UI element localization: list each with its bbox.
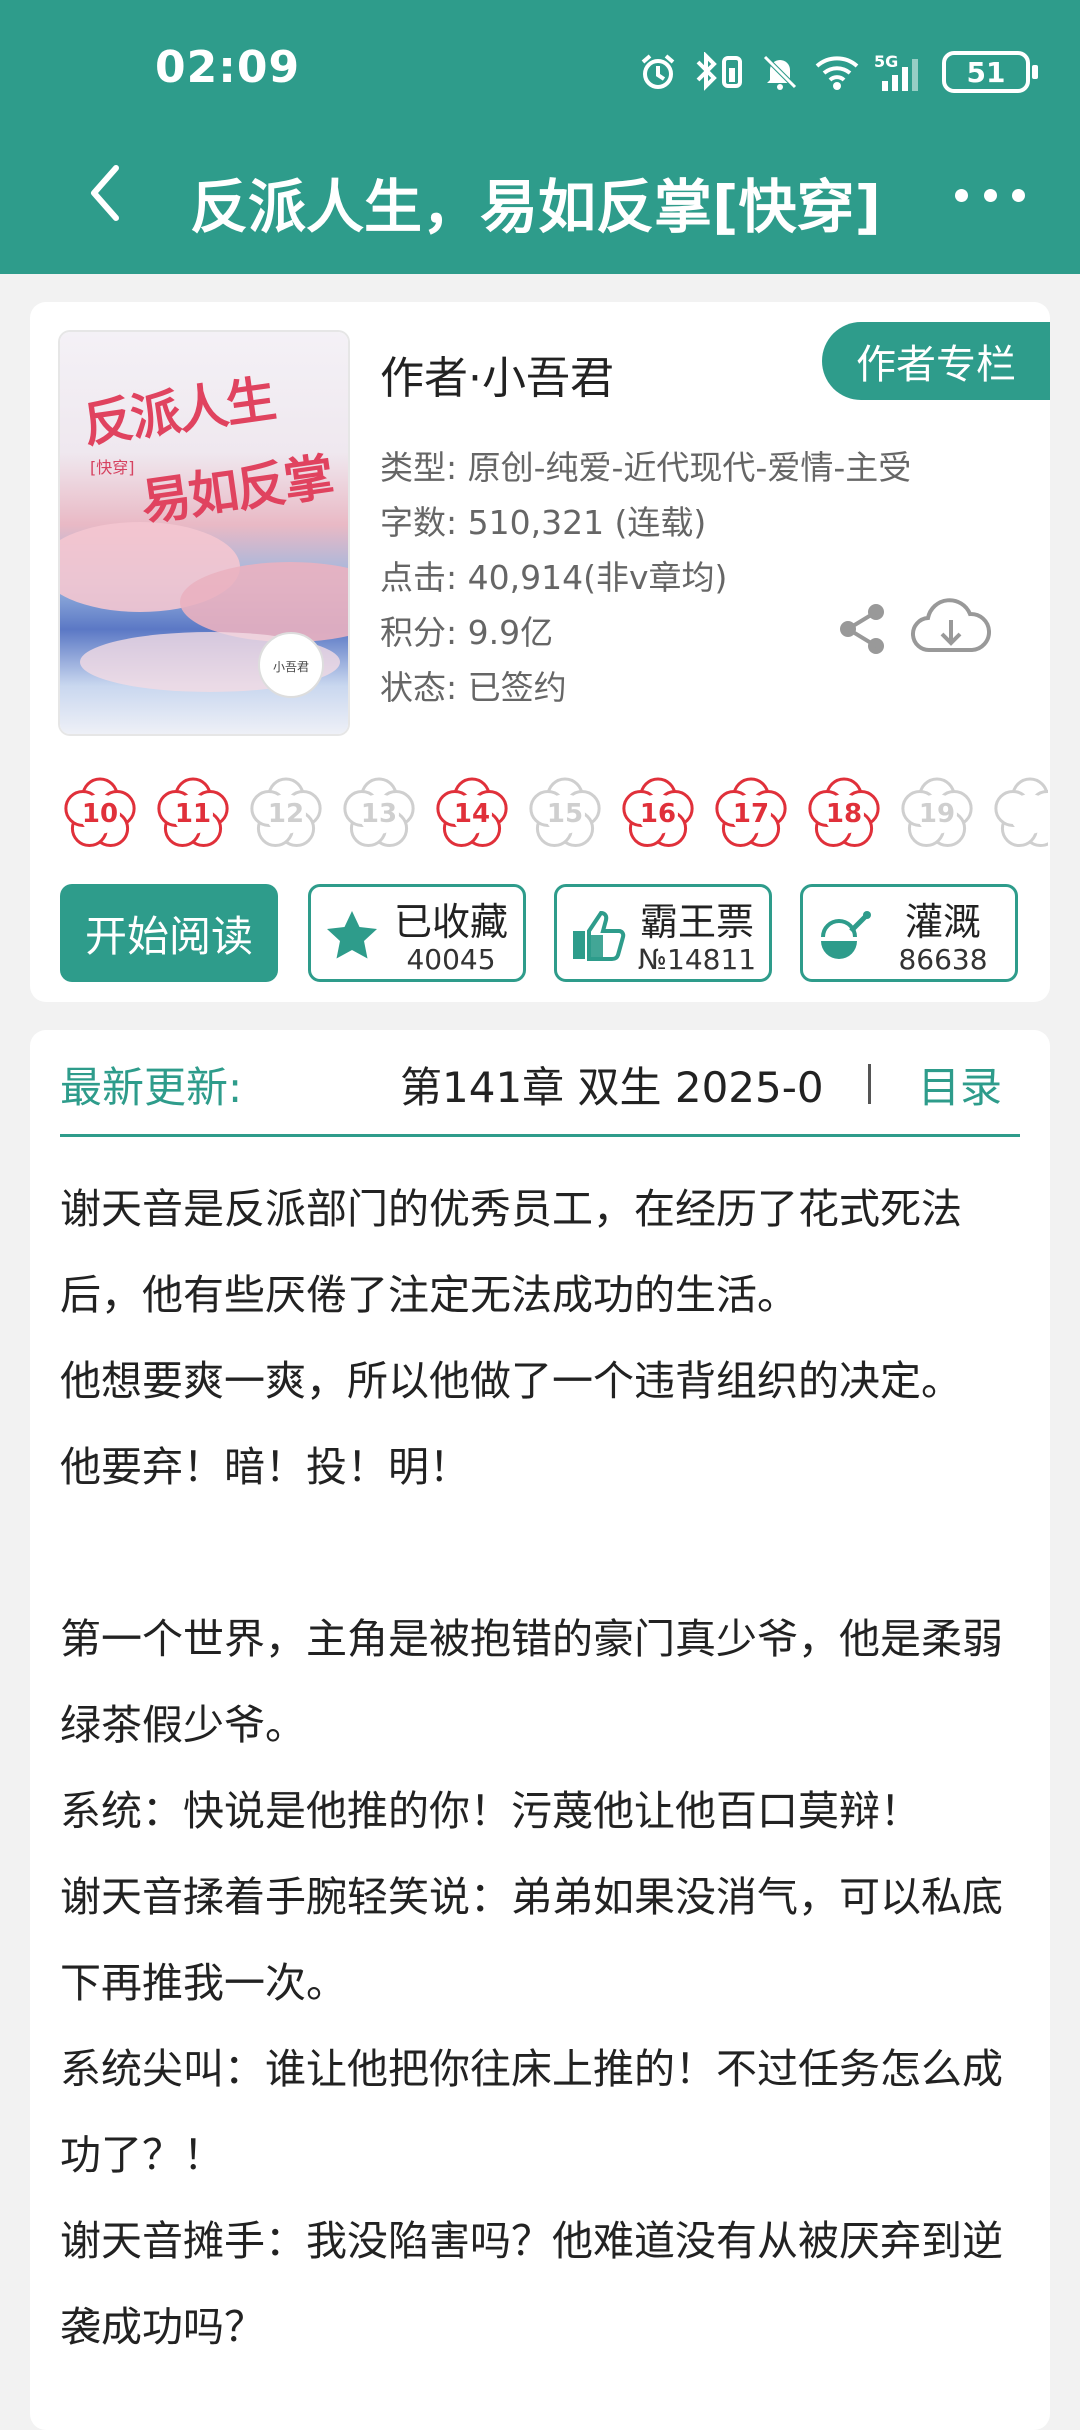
book-meta: 类型: 原创-纯爱-近代现代-爱情-主受 字数: 510,321 (连载) 点击… bbox=[380, 440, 911, 715]
divider bbox=[60, 1134, 1020, 1137]
author-name[interactable]: 作者·小吾君 bbox=[380, 342, 614, 406]
irrigate-count: 86638 bbox=[898, 943, 988, 976]
flower-active-icon[interactable]: 16 bbox=[616, 772, 700, 856]
synopsis-paragraph: 系统尖叫：谁让他把你往床上推的！不过任务怎么成功了？！ bbox=[60, 2045, 1003, 2179]
top-app-bar: 02:09 5G 51 反派人生，易如反掌[快穿] bbox=[0, 0, 1080, 274]
synopsis-paragraph: 谢天音摊手：我没陷害吗？他难道没有从被厌弃到逆袭成功吗？ bbox=[60, 2217, 1003, 2351]
status-icons: 5G 51 bbox=[638, 46, 1038, 98]
flower-active-icon[interactable]: 11 bbox=[151, 772, 235, 856]
synopsis-paragraph: 系统：快说是他推的你！污蔑他让他百口莫辩！ bbox=[60, 1787, 921, 1835]
flower-inactive-icon[interactable]: 12 bbox=[244, 772, 328, 856]
flower-number: 13 bbox=[360, 799, 398, 829]
status-time: 02:09 bbox=[155, 42, 301, 93]
share-icon[interactable] bbox=[836, 602, 890, 656]
favorite-label: 已收藏 bbox=[393, 900, 508, 944]
synopsis-paragraph: 他想要爽一爽，所以他做了一个违背组织的决定。 bbox=[60, 1357, 962, 1405]
flower-number: 17 bbox=[732, 799, 770, 829]
synopsis-paragraph: 第一个世界，主角是被抱错的豪门真少爷，他是柔弱绿茶假少爷。 bbox=[60, 1615, 1003, 1749]
flower-number: 18 bbox=[825, 799, 863, 829]
synopsis-card: 最新更新: 第141章 双生 2025-0 目录 谢天音是反派部门的优秀员工，在… bbox=[30, 1030, 1050, 2430]
watering-icon bbox=[821, 911, 871, 959]
cover-author-seal: 小吾君 bbox=[258, 632, 324, 698]
wifi-icon bbox=[815, 56, 859, 90]
book-cover[interactable]: 反派人生 [快穿] 易如反掌 小吾君 bbox=[60, 332, 348, 734]
flower-inactive-icon[interactable]: 13 bbox=[337, 772, 421, 856]
book-info-card: 反派人生 [快穿] 易如反掌 小吾君 作者·小吾君 作者专栏 类型: 原创-纯爱… bbox=[30, 302, 1050, 1002]
cover-title-line2: 易如反掌 bbox=[137, 446, 336, 533]
more-dot-icon bbox=[983, 188, 997, 202]
favorite-count: 40045 bbox=[406, 943, 496, 976]
flower-number bbox=[988, 772, 1048, 856]
meta-genre: 类型: 原创-纯爱-近代现代-爱情-主受 bbox=[380, 448, 912, 487]
meta-wordcount: 字数: 510,321 (连载) bbox=[380, 503, 707, 542]
flower-number: 16 bbox=[639, 799, 677, 829]
latest-chapter-link[interactable]: 第141章 双生 2025-0 bbox=[400, 1054, 890, 1115]
signal-5g-icon: 5G bbox=[874, 52, 918, 91]
battery-indicator: 51 bbox=[942, 51, 1038, 93]
flower-active-icon[interactable]: 17 bbox=[709, 772, 793, 856]
flower-active-icon[interactable]: 10 bbox=[58, 772, 142, 856]
flower-active-icon[interactable]: 18 bbox=[802, 772, 886, 856]
favorite-button[interactable]: 已收藏 40045 bbox=[308, 884, 526, 982]
more-dot-icon bbox=[1012, 188, 1025, 202]
synopsis-paragraph: 谢天音是反派部门的优秀员工，在经历了花式死法后，他有些厌倦了注定无法成功的生活。 bbox=[60, 1185, 962, 1319]
flower-number: 19 bbox=[918, 799, 956, 829]
flower-number: 12 bbox=[267, 799, 305, 829]
star-icon bbox=[327, 911, 377, 959]
irrigate-label: 灌溉 bbox=[904, 900, 981, 944]
author-column-button[interactable]: 作者专栏 bbox=[822, 322, 1050, 400]
alarm-icon bbox=[641, 54, 675, 89]
cover-title-line1: 反派人生 bbox=[79, 368, 278, 455]
svg-text:5G: 5G bbox=[874, 52, 898, 71]
text-cursor bbox=[868, 1064, 871, 1104]
flower-inactive-icon[interactable] bbox=[988, 772, 1048, 856]
synopsis-paragraph: 他要弃！暗！投！明！ bbox=[60, 1443, 470, 1491]
bluetooth-icon bbox=[696, 52, 742, 91]
synopsis-paragraph: 谢天音揉着手腕轻笑说：弟弟如果没消气，可以私底下再推我一次。 bbox=[60, 1873, 1003, 2007]
irrigate-button[interactable]: 灌溉 86638 bbox=[800, 884, 1018, 982]
bawang-ticket-button[interactable]: 霸王票 №14811 bbox=[554, 884, 772, 982]
thumbs-up-icon bbox=[573, 910, 626, 961]
meta-clicks: 点击: 40,914(非v章均) bbox=[380, 558, 728, 597]
table-of-contents-button[interactable]: 目录 bbox=[918, 1054, 1002, 1115]
mute-icon bbox=[763, 55, 797, 90]
start-reading-button[interactable]: 开始阅读 bbox=[60, 884, 278, 982]
flower-rating-row: 10 11 12 13 14 15 16 17 18 19 bbox=[58, 772, 1048, 862]
book-synopsis: 谢天音是反派部门的优秀员工，在经历了花式死法后，他有些厌倦了注定无法成功的生活。… bbox=[60, 1166, 1040, 2370]
back-button[interactable] bbox=[80, 158, 130, 228]
flower-number: 15 bbox=[546, 799, 584, 829]
bawang-ticket-count: №14811 bbox=[637, 943, 757, 976]
meta-status: 状态: 已签约 bbox=[380, 668, 567, 707]
cover-tag: [快穿] bbox=[90, 458, 135, 477]
flower-inactive-icon[interactable]: 19 bbox=[895, 772, 979, 856]
flower-number: 10 bbox=[81, 799, 119, 829]
more-dot-icon bbox=[955, 188, 968, 202]
synopsis-paragraph bbox=[60, 1510, 1040, 1596]
flower-number: 11 bbox=[174, 799, 212, 829]
download-cloud-icon[interactable] bbox=[910, 598, 992, 660]
flower-inactive-icon[interactable]: 15 bbox=[523, 772, 607, 856]
bawang-ticket-label: 霸王票 bbox=[639, 900, 754, 944]
page-title: 反派人生，易如反掌[快穿] bbox=[190, 173, 882, 241]
back-arrow-icon bbox=[91, 165, 119, 221]
more-button[interactable] bbox=[955, 175, 1025, 215]
meta-score: 积分: 9.9亿 bbox=[380, 613, 554, 652]
flower-number: 14 bbox=[453, 799, 491, 829]
flower-active-icon[interactable]: 14 bbox=[430, 772, 514, 856]
latest-update-label: 最新更新: bbox=[60, 1063, 243, 1112]
